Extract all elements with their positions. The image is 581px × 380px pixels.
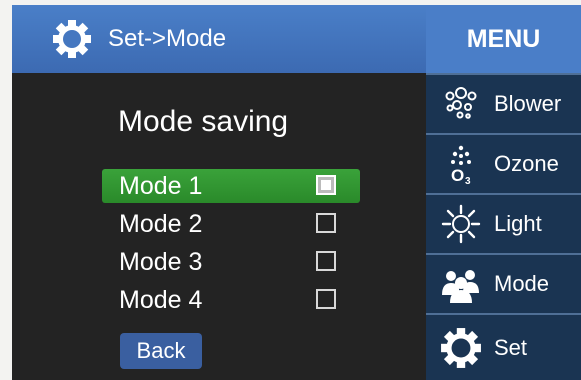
menu-item-light[interactable]: Light [426,193,581,253]
people-icon [442,270,479,303]
mode-option-3[interactable]: Mode 3 [102,245,360,279]
ozone-icon: O 3 [451,145,471,185]
mode-checkbox[interactable] [316,213,336,233]
menu-item-label: Mode [494,271,550,296]
mode-checkbox[interactable] [316,175,336,195]
menu-item-set[interactable]: Set [426,313,581,380]
mode-option-2[interactable]: Mode 2 [102,207,360,241]
mode-label: Mode 4 [119,286,203,314]
mode-option-1[interactable]: Mode 1 [102,169,360,203]
menu-item-ozone[interactable]: O 3 Ozone [426,133,581,193]
mode-option-4[interactable]: Mode 4 [102,283,360,317]
menu-item-label: Set [494,334,528,360]
light-icon [441,204,481,244]
section-heading: Mode saving [118,105,289,138]
back-button[interactable]: Back [120,333,202,369]
gear-icon [53,20,91,58]
menu-header: MENU [426,5,581,73]
menu-item-label: Ozone [494,151,559,176]
blower-icon [445,87,477,119]
screen: Set->Mode MENU Mode saving Mode 1 Mode 2… [12,5,581,380]
svg-text:O: O [451,166,464,185]
svg-text:3: 3 [465,176,471,185]
mode-label: Mode 3 [119,248,203,276]
mode-checkbox[interactable] [316,251,336,271]
mode-label: Mode 1 [119,172,203,200]
menu-item-blower[interactable]: Blower [426,73,581,133]
mode-label: Mode 2 [119,210,203,238]
menu-item-label: Light [494,211,542,236]
page-title: Set->Mode [108,25,227,52]
menu-item-mode[interactable]: Mode [426,253,581,313]
mode-checkbox[interactable] [316,289,336,309]
gear-icon [441,327,481,368]
menu-item-label: Blower [494,91,562,116]
title-bar: Set->Mode [12,5,426,73]
